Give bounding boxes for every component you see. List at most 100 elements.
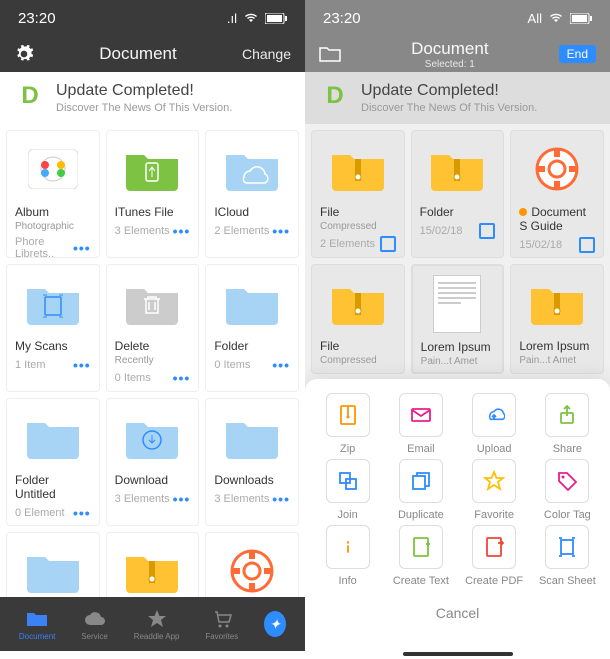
- more-icon[interactable]: •••: [73, 240, 91, 256]
- action-share[interactable]: Share: [533, 393, 602, 455]
- cell-title: Downloads: [214, 473, 290, 487]
- action-label: Duplicate: [398, 509, 444, 521]
- usb-icon: [115, 139, 191, 199]
- file-cell[interactable]: Lorem Ipsum Pain...t Amet: [411, 264, 505, 374]
- file-cell[interactable]: [205, 532, 299, 604]
- checkbox[interactable]: [380, 236, 396, 252]
- cell-count: 1 Item: [15, 359, 46, 371]
- file-cell[interactable]: [6, 532, 100, 604]
- file-grid: File Compressed 2 Elements Folder 15/02/…: [305, 124, 610, 380]
- cell-title: Folder: [214, 339, 290, 353]
- cell-title: My Scans: [15, 339, 91, 353]
- more-icon[interactable]: •••: [173, 223, 191, 239]
- lifebuoy-icon: [519, 139, 595, 199]
- folder-outline-icon[interactable]: [319, 45, 341, 63]
- folder-icon: [214, 407, 290, 467]
- action-duplicate[interactable]: Duplicate: [386, 459, 455, 521]
- header: Document Change: [0, 36, 305, 72]
- cell-count: 3 Elements: [214, 493, 269, 505]
- app-logo-icon: D: [16, 82, 44, 110]
- end-button[interactable]: End: [559, 45, 596, 63]
- doc-icon: [421, 274, 495, 334]
- file-cell[interactable]: My Scans 1 Item •••: [6, 264, 100, 392]
- share-icon: [545, 393, 589, 437]
- scan-sheet-icon: [545, 525, 589, 569]
- more-icon[interactable]: •••: [73, 357, 91, 373]
- action-scan sheet[interactable]: Scan Sheet: [533, 525, 602, 587]
- home-indicator[interactable]: [98, 652, 208, 656]
- file-cell[interactable]: Lorem Ipsum Pain...t Amet: [510, 264, 604, 374]
- checkbox[interactable]: [479, 223, 495, 239]
- screen-document-browse: 23:20 .ıl Document Change D Update Compl…: [0, 0, 305, 659]
- update-banner[interactable]: D Update Completed! Discover The News Of…: [305, 72, 610, 124]
- tab-browser[interactable]: ✦: [264, 613, 286, 635]
- cell-count: 0 Items: [214, 359, 250, 371]
- file-cell[interactable]: File Compressed: [311, 264, 405, 374]
- action-zip[interactable]: Zip: [313, 393, 382, 455]
- download-icon: [115, 407, 191, 467]
- cell-title: Lorem Ipsum: [519, 339, 595, 353]
- home-indicator[interactable]: [403, 652, 513, 656]
- cell-count: 15/02/18: [519, 239, 562, 251]
- more-icon[interactable]: •••: [173, 370, 191, 386]
- cell-title: ITunes File: [115, 205, 191, 219]
- action-label: Create Text: [393, 575, 449, 587]
- file-cell[interactable]: Folder Untitled 0 Element •••: [6, 398, 100, 526]
- cell-count: Phore Librets..: [15, 236, 73, 260]
- cell-title: Download: [115, 473, 191, 487]
- more-icon[interactable]: •••: [272, 223, 290, 239]
- file-cell[interactable]: [106, 532, 200, 604]
- action-create text[interactable]: Create Text: [386, 525, 455, 587]
- statusbar: 23:20 All: [305, 0, 610, 36]
- cell-title: Folder Untitled: [15, 473, 91, 501]
- file-cell[interactable]: Folder 0 Items •••: [205, 264, 299, 392]
- file-cell[interactable]: Document S Guide 15/02/18: [510, 130, 604, 258]
- file-cell[interactable]: Folder 15/02/18: [411, 130, 505, 258]
- action-favorite[interactable]: Favorite: [460, 459, 529, 521]
- tab-Readdle App[interactable]: Readdle App: [134, 608, 180, 641]
- action-label: Zip: [340, 443, 355, 455]
- statusbar: 23:20 .ıl: [0, 0, 305, 36]
- tab-Document[interactable]: Document: [19, 608, 55, 641]
- folder-icon: [214, 273, 290, 333]
- zip-icon: [420, 139, 496, 199]
- banner-text: Update Completed! Discover The News Of T…: [56, 82, 232, 114]
- action-color tag[interactable]: Color Tag: [533, 459, 602, 521]
- header-title: Document: [99, 44, 176, 64]
- action-upload[interactable]: Upload: [460, 393, 529, 455]
- file-cell[interactable]: Delete Recently 0 Items •••: [106, 264, 200, 392]
- more-icon[interactable]: •••: [272, 357, 290, 373]
- cell-count: 2 Elements: [320, 238, 375, 250]
- file-cell[interactable]: Download 3 Elements •••: [106, 398, 200, 526]
- cell-count: 3 Elements: [115, 225, 170, 237]
- checkbox[interactable]: [579, 237, 595, 253]
- cancel-button[interactable]: Cancel: [313, 605, 602, 621]
- tab-Favorites[interactable]: Favorites: [205, 608, 238, 641]
- action-info[interactable]: Info: [313, 525, 382, 587]
- cell-title: Lorem Ipsum: [421, 340, 495, 354]
- trash-icon: [115, 273, 191, 333]
- wifi-icon: [243, 12, 259, 24]
- file-cell[interactable]: ICloud 2 Elements •••: [205, 130, 299, 258]
- more-icon[interactable]: •••: [73, 505, 91, 521]
- action-join[interactable]: Join: [313, 459, 382, 521]
- star-icon: [146, 608, 168, 630]
- file-cell[interactable]: File Compressed 2 Elements: [311, 130, 405, 258]
- action-label: Join: [338, 509, 358, 521]
- settings-icon[interactable]: [14, 44, 34, 64]
- file-cell[interactable]: Downloads 3 Elements •••: [205, 398, 299, 526]
- file-cell[interactable]: Album Photographic Phore Librets.. •••: [6, 130, 100, 258]
- scan-icon: [15, 273, 91, 333]
- cell-subtitle: Pain...t Amet: [421, 356, 495, 367]
- email-icon: [399, 393, 443, 437]
- change-button[interactable]: Change: [242, 46, 291, 62]
- more-icon[interactable]: •••: [272, 491, 290, 507]
- cell-count: 3 Elements: [115, 493, 170, 505]
- more-icon[interactable]: •••: [173, 491, 191, 507]
- file-cell[interactable]: ITunes File 3 Elements •••: [106, 130, 200, 258]
- update-banner[interactable]: D Update Completed! Discover The News Of…: [0, 72, 305, 124]
- cell-title: Document S Guide: [519, 205, 595, 233]
- tab-Service[interactable]: Service: [81, 608, 108, 641]
- action-create pdf[interactable]: Create PDF: [460, 525, 529, 587]
- action-email[interactable]: Email: [386, 393, 455, 455]
